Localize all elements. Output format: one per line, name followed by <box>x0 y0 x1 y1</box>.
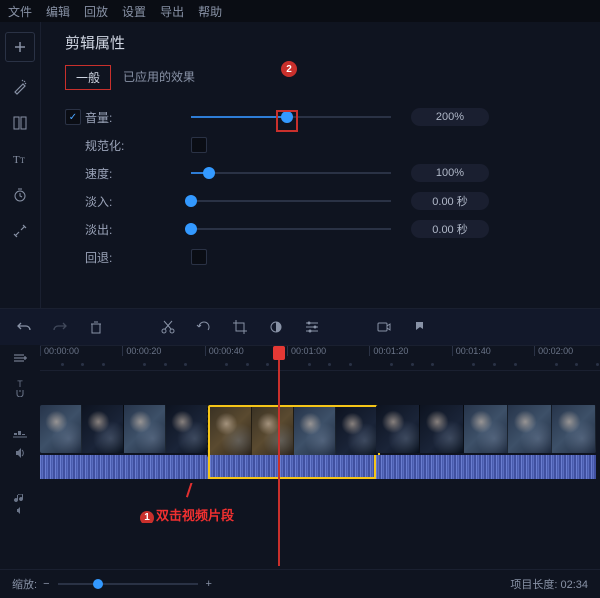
zoom-in-icon[interactable]: + <box>206 578 212 590</box>
settings-button[interactable] <box>302 317 322 337</box>
add-media-button[interactable] <box>5 32 35 62</box>
fadein-value[interactable]: 0.00 秒 <box>411 192 489 210</box>
row-volume: 音量: 200% <box>65 104 580 130</box>
music-track-row: 1双击视频片段 <box>0 483 600 523</box>
fadeout-label: 淡出: <box>85 221 135 238</box>
tools-icon[interactable] <box>9 220 31 242</box>
audio-wave-2 <box>208 455 376 479</box>
ruler-tick: 00:00:00 <box>40 346 79 356</box>
video-clip-1[interactable] <box>40 405 208 453</box>
video-clip-2-selected[interactable] <box>208 405 380 457</box>
menu-settings[interactable]: 设置 <box>122 3 146 20</box>
reverse-label: 回退: <box>85 249 135 266</box>
playhead[interactable] <box>278 346 280 566</box>
ruler-tick: 00:01:20 <box>369 346 408 356</box>
music-track[interactable]: 1双击视频片段 <box>40 483 600 523</box>
timer-icon[interactable] <box>9 184 31 206</box>
timeline-ruler-row: 00:00:00 00:00:20 00:00:40 00:01:00 00:01:20… <box>0 345 600 371</box>
menu-file[interactable]: 文件 <box>8 3 32 20</box>
ruler-tick: 00:00:40 <box>205 346 244 356</box>
annotation-marker-1: 1 <box>140 511 154 524</box>
marker-button[interactable] <box>410 317 430 337</box>
text-track-icon: T <box>0 371 40 405</box>
row-reverse: 回退: <box>65 244 580 270</box>
cut-button[interactable] <box>158 317 178 337</box>
zoom-label: 缩放: <box>12 576 37 592</box>
reverse-checkbox[interactable] <box>191 249 207 265</box>
row-normalize: 规范化: <box>65 132 580 158</box>
normalize-label: 规范化: <box>85 137 135 154</box>
svg-text:T: T <box>13 154 20 166</box>
tab-general[interactable]: 一般 <box>65 65 111 90</box>
text-tool-icon[interactable]: TT <box>9 148 31 170</box>
status-bar: 缩放: − + 项目长度: 02:34 <box>0 569 600 598</box>
fadein-label: 淡入: <box>85 193 135 210</box>
audio-wave-3 <box>376 455 596 479</box>
annotation-text: 1双击视频片段 <box>140 505 234 523</box>
volume-slider[interactable] <box>191 116 391 118</box>
annotation-marker-2: 2 <box>281 61 297 77</box>
row-speed: 速度: 100% <box>65 160 580 186</box>
speed-label: 速度: <box>85 165 135 182</box>
undo-button[interactable] <box>14 317 34 337</box>
ruler-tick: 00:00:20 <box>122 346 161 356</box>
menu-edit[interactable]: 编辑 <box>46 3 70 20</box>
timeline-ruler[interactable]: 00:00:00 00:00:20 00:00:40 00:01:00 00:01:20… <box>40 345 600 371</box>
delete-button[interactable] <box>86 317 106 337</box>
panel-title: 剪辑属性 <box>65 32 580 53</box>
audio-wave-1 <box>40 455 208 479</box>
tool-sidebar: TT <box>0 22 41 308</box>
text-track[interactable] <box>40 371 600 405</box>
normalize-checkbox[interactable] <box>191 137 207 153</box>
svg-text:T: T <box>20 156 25 165</box>
speed-slider[interactable] <box>191 172 391 174</box>
clip-properties-panel: 剪辑属性 一般 已应用的效果 2 音量: 200% 规范化: 速度: 100% … <box>41 22 600 308</box>
color-adjust-button[interactable] <box>266 317 286 337</box>
music-track-icon <box>0 483 40 523</box>
fadein-slider[interactable] <box>191 200 391 202</box>
ruler-tick: 00:02:00 <box>534 346 573 356</box>
layout-icon[interactable] <box>9 112 31 134</box>
zoom-slider[interactable] <box>58 583 198 585</box>
video-track-row <box>0 405 600 483</box>
video-clip-3[interactable] <box>376 405 596 453</box>
menu-help[interactable]: 帮助 <box>198 3 222 20</box>
fadeout-slider[interactable] <box>191 228 391 230</box>
menu-playback[interactable]: 回放 <box>84 3 108 20</box>
project-length: 项目长度: 02:34 <box>510 576 588 592</box>
volume-value[interactable]: 200% <box>411 108 489 126</box>
magic-wand-icon[interactable] <box>9 76 31 98</box>
tab-applied-effects[interactable]: 已应用的效果 <box>113 65 205 90</box>
volume-label: 音量: <box>85 109 135 126</box>
fadeout-value[interactable]: 0.00 秒 <box>411 220 489 238</box>
row-fadeout: 淡出: 0.00 秒 <box>65 216 580 242</box>
record-button[interactable] <box>374 317 394 337</box>
text-track-row: T <box>0 371 600 405</box>
volume-checkbox[interactable] <box>65 109 81 125</box>
redo-button[interactable] <box>50 317 70 337</box>
speed-value[interactable]: 100% <box>411 164 489 182</box>
ruler-tick: 00:01:40 <box>452 346 491 356</box>
crop-button[interactable] <box>230 317 250 337</box>
rotate-button[interactable] <box>194 317 214 337</box>
row-fadein: 淡入: 0.00 秒 <box>65 188 580 214</box>
ruler-tick: 00:01:00 <box>287 346 326 356</box>
timeline-toolbar <box>0 308 600 345</box>
panel-tabs: 一般 已应用的效果 2 <box>65 65 580 90</box>
menu-export[interactable]: 导出 <box>160 3 184 20</box>
video-track[interactable] <box>40 405 600 483</box>
menu-bar: 文件 编辑 回放 设置 导出 帮助 <box>0 0 600 22</box>
video-track-icon <box>0 405 40 483</box>
add-track-button[interactable] <box>0 345 40 371</box>
zoom-out-icon[interactable]: − <box>43 578 49 590</box>
annotation-arrow <box>186 483 212 497</box>
